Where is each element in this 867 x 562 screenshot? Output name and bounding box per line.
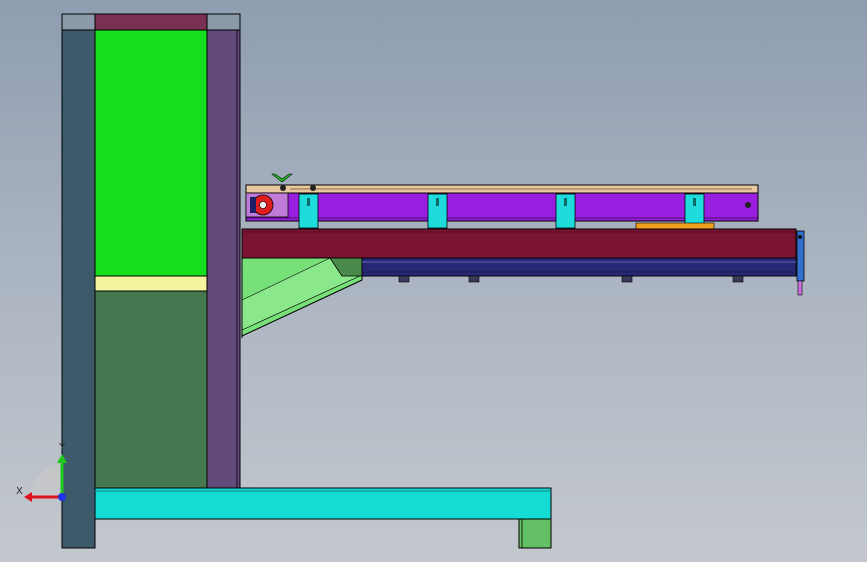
- arm-red-beam: [241, 228, 797, 259]
- arm-support-bracket: [241, 257, 363, 338]
- cad-drawing: [24, 13, 805, 549]
- column-yellow-band: [94, 275, 208, 292]
- column-cap-right: [206, 13, 241, 31]
- triad-y-label: Y: [59, 442, 66, 453]
- column-purple-post: [206, 29, 241, 489]
- v-marker: [271, 173, 293, 183]
- arm-purple-beam: [245, 192, 759, 222]
- base-beam-assembly: [94, 487, 552, 549]
- column-cap-left: [61, 13, 96, 31]
- cad-viewport[interactable]: X Y: [0, 0, 867, 562]
- column-green-bottom-panel: [94, 290, 208, 489]
- vertical-column: [61, 13, 241, 549]
- base-beam: [94, 487, 552, 520]
- arm-navy-rail: [361, 257, 797, 277]
- column-cap: [94, 13, 208, 31]
- base-foot: [518, 518, 552, 549]
- column-outer-post: [61, 29, 96, 549]
- arm-end-bolt: [745, 202, 751, 208]
- orange-strip: [635, 222, 715, 230]
- rail-hangers: [398, 275, 744, 283]
- column-green-top-panel: [94, 29, 208, 277]
- triad-x-label: X: [16, 486, 23, 497]
- coordinate-triad: [24, 454, 67, 502]
